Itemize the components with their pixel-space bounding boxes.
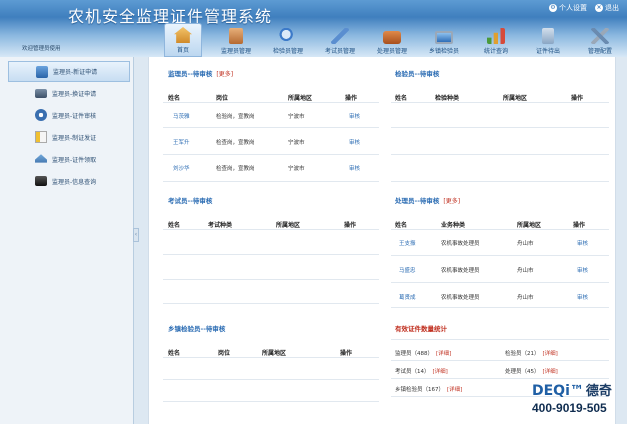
sidebar-item-review[interactable]: 监理员-证件审核 <box>8 105 130 126</box>
nav-handler[interactable]: 处理员管理 <box>366 23 418 57</box>
review-link[interactable]: 审核 <box>349 164 360 172</box>
supervisor-panel-title: 监理员--待审核 [更多] <box>168 70 234 78</box>
supervisor-more-link[interactable]: [更多] <box>216 71 233 78</box>
detail-link[interactable]: [详细] <box>436 351 451 357</box>
monitor-icon <box>435 31 453 44</box>
magnifier-icon <box>279 28 297 44</box>
fan-icon <box>35 109 47 121</box>
sidebar-item-query[interactable]: 监理员-信息查询 <box>8 171 130 192</box>
review-link[interactable]: 审核 <box>577 239 588 247</box>
stat-town-inspector: 乡镇检验员（167） [详细] <box>395 387 463 393</box>
table-row: 王军升 检查岗，宣教岗 宁波市 审核 <box>173 138 361 146</box>
inspector-table-header: 姓名 检验种类 所属地区 操作 <box>395 95 584 102</box>
nav-examiner[interactable]: 考试员管理 <box>314 23 366 57</box>
detail-link[interactable]: [详细] <box>433 369 448 375</box>
town-inspector-table-header: 姓名 岗位 所属地区 操作 <box>168 350 353 357</box>
review-link[interactable]: 审核 <box>349 112 360 120</box>
sidebar-collapse-handle[interactable]: ‹ <box>133 228 139 242</box>
stat-handler: 处理员（45） [详细] <box>505 369 558 375</box>
detail-link[interactable]: [详细] <box>543 351 558 357</box>
clipboard-icon <box>229 28 243 44</box>
nav-town-inspector[interactable]: 乡镇检验员 <box>418 23 470 57</box>
welcome-text: 欢迎管理员使用 <box>22 46 61 52</box>
person-name-link[interactable]: 马茨雅 <box>173 112 216 120</box>
table-row: 马盛忠 农机事故处理员 舟山市 审核 <box>399 266 589 274</box>
table-row: 刘沙华 检查岗，宣教岗 宁波市 审核 <box>173 164 361 172</box>
main-content: 监理员--待审核 [更多] 姓名 岗位 所属地区 操作 马茨雅 检验岗，宣教岗 宁… <box>148 57 616 424</box>
person-name-link[interactable]: 王支振 <box>399 239 441 247</box>
detail-link[interactable]: [详细] <box>543 369 558 375</box>
stat-supervisor: 监理员（488） [详细] <box>395 351 452 357</box>
nav-pending-cards[interactable]: 证件待出 <box>522 23 574 57</box>
person-name-link[interactable]: 马盛忠 <box>399 266 441 274</box>
top-actions: ⚙ 个人设置 × 退出 <box>549 3 619 13</box>
settings-link[interactable]: ⚙ 个人设置 <box>549 3 587 13</box>
person-name-link[interactable]: 王军升 <box>173 138 216 146</box>
person-name-link[interactable]: 葛贤成 <box>399 293 441 301</box>
stat-examiner: 考试员（14） [详细] <box>395 369 448 375</box>
sidebar: 监理员-新证申请 监理员-换证申请 监理员-证件审核 监理员-制证发证 监理员-… <box>0 57 134 424</box>
nav-inspector[interactable]: 检验员管理 <box>262 23 314 57</box>
review-link[interactable]: 审核 <box>577 266 588 274</box>
close-icon: × <box>595 4 603 12</box>
pen-icon <box>331 28 349 44</box>
stats-panel-title: 有效证件数量统计 <box>395 325 447 333</box>
examiner-panel-title: 考试员--待审核 <box>168 197 213 205</box>
sidebar-item-issue[interactable]: 监理员-制证发证 <box>8 127 130 148</box>
card-icon <box>542 28 554 44</box>
town-inspector-panel-title: 乡镇检验员--待审核 <box>168 325 226 333</box>
document-icon <box>35 131 47 143</box>
logout-link[interactable]: × 退出 <box>595 3 619 13</box>
handler-table-header: 姓名 业务种类 所属地区 操作 <box>395 222 586 229</box>
supervisor-table-header: 姓名 岗位 所属地区 操作 <box>168 95 358 102</box>
handler-panel-title: 处理员--待审核 [更多] <box>395 197 461 205</box>
briefcase-icon <box>383 31 401 44</box>
user-card-icon <box>36 66 48 78</box>
logo-text-zh: 德奇 <box>585 384 612 399</box>
examiner-table-header: 姓名 考试种类 所属地区 操作 <box>168 222 357 229</box>
detail-link[interactable]: [详细] <box>447 387 462 393</box>
table-row: 葛贤成 农机事故处理员 舟山市 审核 <box>399 293 589 301</box>
main-nav: 首页 监理员管理 检验员管理 考试员管理 处理员管理 乡镇检验员 统计查询 证件… <box>164 23 626 57</box>
bar-chart-icon <box>487 28 505 44</box>
bag-icon <box>35 176 47 186</box>
id-card-icon <box>35 89 47 98</box>
table-row: 王支振 农机事故处理员 舟山市 审核 <box>399 239 589 247</box>
handler-more-link[interactable]: [更多] <box>443 198 460 205</box>
person-name-link[interactable]: 刘沙华 <box>173 164 216 172</box>
home-icon <box>174 27 192 43</box>
tools-icon <box>591 28 609 44</box>
review-link[interactable]: 审核 <box>577 293 588 301</box>
nav-config[interactable]: 管理配置 <box>574 23 626 57</box>
nav-statistics[interactable]: 统计查询 <box>470 23 522 57</box>
stat-inspector: 检验员（21） [详细] <box>505 351 558 357</box>
sidebar-item-collect[interactable]: 监理员-证件领取 <box>8 149 130 170</box>
sidebar-item-new-application[interactable]: 监理员-新证申请 <box>8 61 130 82</box>
gear-icon: ⚙ <box>549 4 557 12</box>
review-link[interactable]: 审核 <box>349 138 360 146</box>
nav-home[interactable]: 首页 <box>164 23 202 57</box>
sidebar-item-renewal[interactable]: 监理员-换证申请 <box>8 83 130 104</box>
hat-icon <box>35 154 47 163</box>
brand-phone: 400-9019-505 <box>532 401 607 415</box>
inspector-panel-title: 检验员--待审核 <box>395 70 440 78</box>
app-header: 农机安全监理证件管理系统 欢迎管理员使用 ⚙ 个人设置 × 退出 首页 监理员管… <box>0 0 627 57</box>
table-row: 马茨雅 检验岗，宣教岗 宁波市 审核 <box>173 112 361 120</box>
nav-supervisor[interactable]: 监理员管理 <box>210 23 262 57</box>
logo-text-en: DEQi™ <box>532 383 584 399</box>
brand-logo: DEQi™ 德奇 400-9019-505 <box>532 380 612 415</box>
